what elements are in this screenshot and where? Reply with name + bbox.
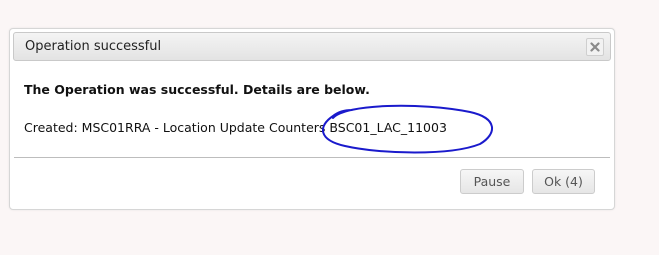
ok-button[interactable]: Ok (4)	[532, 169, 595, 194]
dialog-detail: Created: MSC01RRA - Location Update Coun…	[24, 120, 447, 135]
pause-button[interactable]: Pause	[460, 169, 524, 194]
close-icon	[590, 42, 600, 52]
dialog-heading: The Operation was successful. Details ar…	[24, 82, 370, 97]
dialog-titlebar[interactable]: Operation successful	[13, 32, 611, 61]
operation-dialog: Operation successful The Operation was s…	[9, 28, 615, 210]
dialog-title: Operation successful	[25, 39, 162, 54]
divider	[14, 157, 610, 158]
close-button[interactable]	[586, 38, 604, 56]
